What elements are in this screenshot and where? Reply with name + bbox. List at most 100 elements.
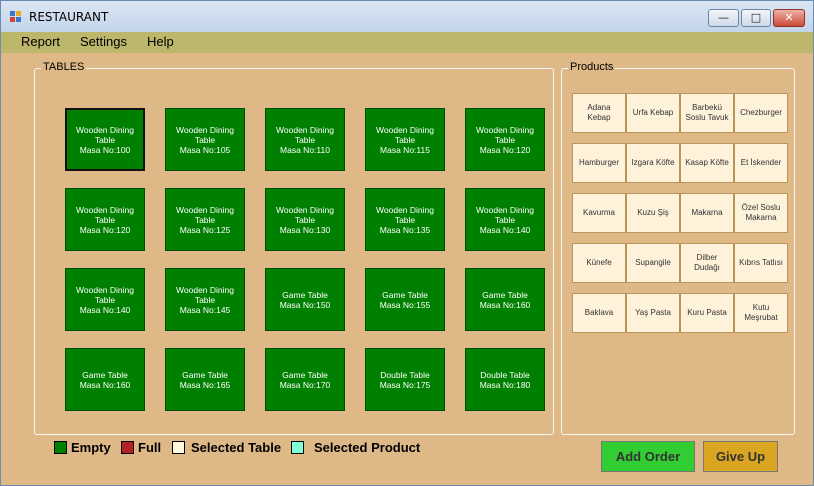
table-button[interactable]: Game Table Masa No:155 bbox=[365, 268, 445, 331]
table-button[interactable]: Wooden Dining Table Masa No:100 bbox=[65, 108, 145, 171]
table-button[interactable]: Double Table Masa No:175 bbox=[365, 348, 445, 411]
table-button[interactable]: Game Table Masa No:160 bbox=[65, 348, 145, 411]
table-label-l1: Game Table bbox=[482, 289, 528, 300]
table-button[interactable]: Wooden Dining Table Masa No:120 bbox=[65, 188, 145, 251]
minimize-button[interactable]: — bbox=[708, 9, 739, 27]
table-button[interactable]: Wooden Dining Table Masa No:135 bbox=[365, 188, 445, 251]
product-button[interactable]: Hamburger bbox=[572, 143, 626, 183]
product-button[interactable]: Kuru Pasta bbox=[680, 293, 734, 333]
table-label-l3: Masa No:150 bbox=[279, 299, 331, 310]
table-label-l1: Wooden Dining bbox=[276, 204, 334, 215]
table-label-l1: Wooden Dining bbox=[276, 124, 334, 135]
product-button[interactable]: Kasap Köfte bbox=[680, 143, 734, 183]
product-button[interactable]: Künefe bbox=[572, 243, 626, 283]
table-button[interactable]: Wooden Dining Table Masa No:110 bbox=[265, 108, 345, 171]
menu-report[interactable]: Report bbox=[21, 34, 60, 49]
menu-bar: Report Settings Help bbox=[1, 32, 813, 53]
table-label-l1: Double Table bbox=[380, 369, 430, 380]
table-label-l1: Wooden Dining bbox=[476, 124, 534, 135]
table-label-l2: Table bbox=[194, 134, 216, 145]
table-button[interactable]: Game Table Masa No:150 bbox=[265, 268, 345, 331]
table-button[interactable]: Wooden Dining Table Masa No:125 bbox=[165, 188, 245, 251]
legend-full-label: Full bbox=[138, 440, 162, 455]
product-button[interactable]: Kavurma bbox=[572, 193, 626, 233]
maximize-button[interactable]: □ bbox=[741, 9, 771, 27]
table-label-l2: Table bbox=[294, 214, 316, 225]
table-button[interactable]: Wooden Dining Table Masa No:145 bbox=[165, 268, 245, 331]
table-button[interactable]: Game Table Masa No:160 bbox=[465, 268, 545, 331]
give-up-button[interactable]: Give Up bbox=[703, 441, 778, 472]
table-button[interactable]: Wooden Dining Table Masa No:120 bbox=[465, 108, 545, 171]
legend-empty-swatch bbox=[54, 441, 67, 454]
menu-settings[interactable]: Settings bbox=[80, 34, 127, 49]
product-button[interactable]: Kuzu Şiş bbox=[626, 193, 680, 233]
table-label-l3: Masa No:140 bbox=[479, 224, 531, 235]
table-button[interactable]: Wooden Dining Table Masa No:115 bbox=[365, 108, 445, 171]
table-label-l1: Wooden Dining bbox=[176, 124, 234, 135]
table-label-l3: Masa No:155 bbox=[379, 299, 431, 310]
table-label-l1: Game Table bbox=[82, 369, 128, 380]
product-button[interactable]: Yaş Pasta bbox=[626, 293, 680, 333]
table-button[interactable]: Game Table Masa No:170 bbox=[265, 348, 345, 411]
legend-full-swatch bbox=[121, 441, 134, 454]
legend-selected-table-swatch bbox=[172, 441, 185, 454]
table-label-l3: Masa No:115 bbox=[380, 144, 430, 155]
app-window: RESTAURANT — □ ✕ Report Settings Help TA… bbox=[0, 0, 814, 486]
product-button[interactable]: Kutu Meşrubat bbox=[734, 293, 788, 333]
app-icon bbox=[10, 11, 22, 23]
table-button[interactable]: Wooden Dining Table Masa No:130 bbox=[265, 188, 345, 251]
close-button[interactable]: ✕ bbox=[773, 9, 805, 27]
table-label-l3: Masa No:170 bbox=[279, 379, 331, 390]
menu-help[interactable]: Help bbox=[147, 34, 174, 49]
table-label-l3: Masa No:135 bbox=[379, 224, 431, 235]
product-button[interactable]: Makarna bbox=[680, 193, 734, 233]
table-button[interactable]: Wooden Dining Table Masa No:140 bbox=[65, 268, 145, 331]
table-label-l2: Table bbox=[94, 294, 116, 305]
table-label-l3: Masa No:140 bbox=[79, 304, 131, 315]
window-title: RESTAURANT bbox=[29, 10, 109, 24]
product-button[interactable]: Baklava bbox=[572, 293, 626, 333]
table-button[interactable]: Wooden Dining Table Masa No:140 bbox=[465, 188, 545, 251]
table-label-l1: Wooden Dining bbox=[76, 284, 134, 295]
table-label-l3: Masa No:175 bbox=[379, 379, 431, 390]
table-label-l1: Game Table bbox=[282, 289, 328, 300]
tables-group-label: TABLES bbox=[41, 61, 87, 73]
table-label-l1: Wooden Dining bbox=[376, 204, 434, 215]
table-label-l1: Wooden Dining bbox=[76, 124, 134, 135]
title-bar[interactable]: RESTAURANT — □ ✕ bbox=[1, 1, 813, 32]
table-label-l2: Table bbox=[194, 294, 216, 305]
table-label-l3: Masa No:160 bbox=[79, 379, 131, 390]
table-label-l1: Double Table bbox=[480, 369, 530, 380]
product-button[interactable]: Adana Kebap bbox=[572, 93, 626, 133]
table-label-l1: Game Table bbox=[282, 369, 328, 380]
table-label-l1: Wooden Dining bbox=[76, 204, 134, 215]
table-button[interactable]: Wooden Dining Table Masa No:105 bbox=[165, 108, 245, 171]
product-button[interactable]: Barbekü Soslu Tavuk bbox=[680, 93, 734, 133]
table-label-l1: Game Table bbox=[382, 289, 428, 300]
table-label-l1: Wooden Dining bbox=[476, 204, 534, 215]
table-label-l3: Masa No:125 bbox=[179, 224, 231, 235]
legend-selected-product-label: Selected Product bbox=[314, 440, 421, 455]
table-button[interactable]: Double Table Masa No:180 bbox=[465, 348, 545, 411]
table-label-l3: Masa No:165 bbox=[179, 379, 231, 390]
product-button[interactable]: Supangile bbox=[626, 243, 680, 283]
table-label-l3: Masa No:130 bbox=[279, 224, 331, 235]
table-label-l3: Masa No:100 bbox=[79, 144, 131, 155]
table-label-l3: Masa No:180 bbox=[479, 379, 531, 390]
table-label-l2: Table bbox=[94, 134, 116, 145]
product-button[interactable]: Izgara Köfte bbox=[626, 143, 680, 183]
legend-selected-product-swatch bbox=[291, 441, 304, 454]
table-label-l1: Game Table bbox=[182, 369, 228, 380]
table-label-l2: Table bbox=[194, 214, 216, 225]
table-button[interactable]: Game Table Masa No:165 bbox=[165, 348, 245, 411]
table-label-l1: Wooden Dining bbox=[176, 284, 234, 295]
product-button[interactable]: Urfa Kebap bbox=[626, 93, 680, 133]
product-button[interactable]: Chezburger bbox=[734, 93, 788, 133]
add-order-button[interactable]: Add Order bbox=[601, 441, 695, 472]
product-button[interactable]: Et İskender bbox=[734, 143, 788, 183]
product-button[interactable]: Özel Soslu Makarna bbox=[734, 193, 788, 233]
product-button[interactable]: Kıbrıs Tatlısı bbox=[734, 243, 788, 283]
product-button[interactable]: Dilber Dudağı bbox=[680, 243, 734, 283]
table-label-l3: Masa No:110 bbox=[280, 144, 330, 155]
table-label-l2: Table bbox=[394, 134, 416, 145]
